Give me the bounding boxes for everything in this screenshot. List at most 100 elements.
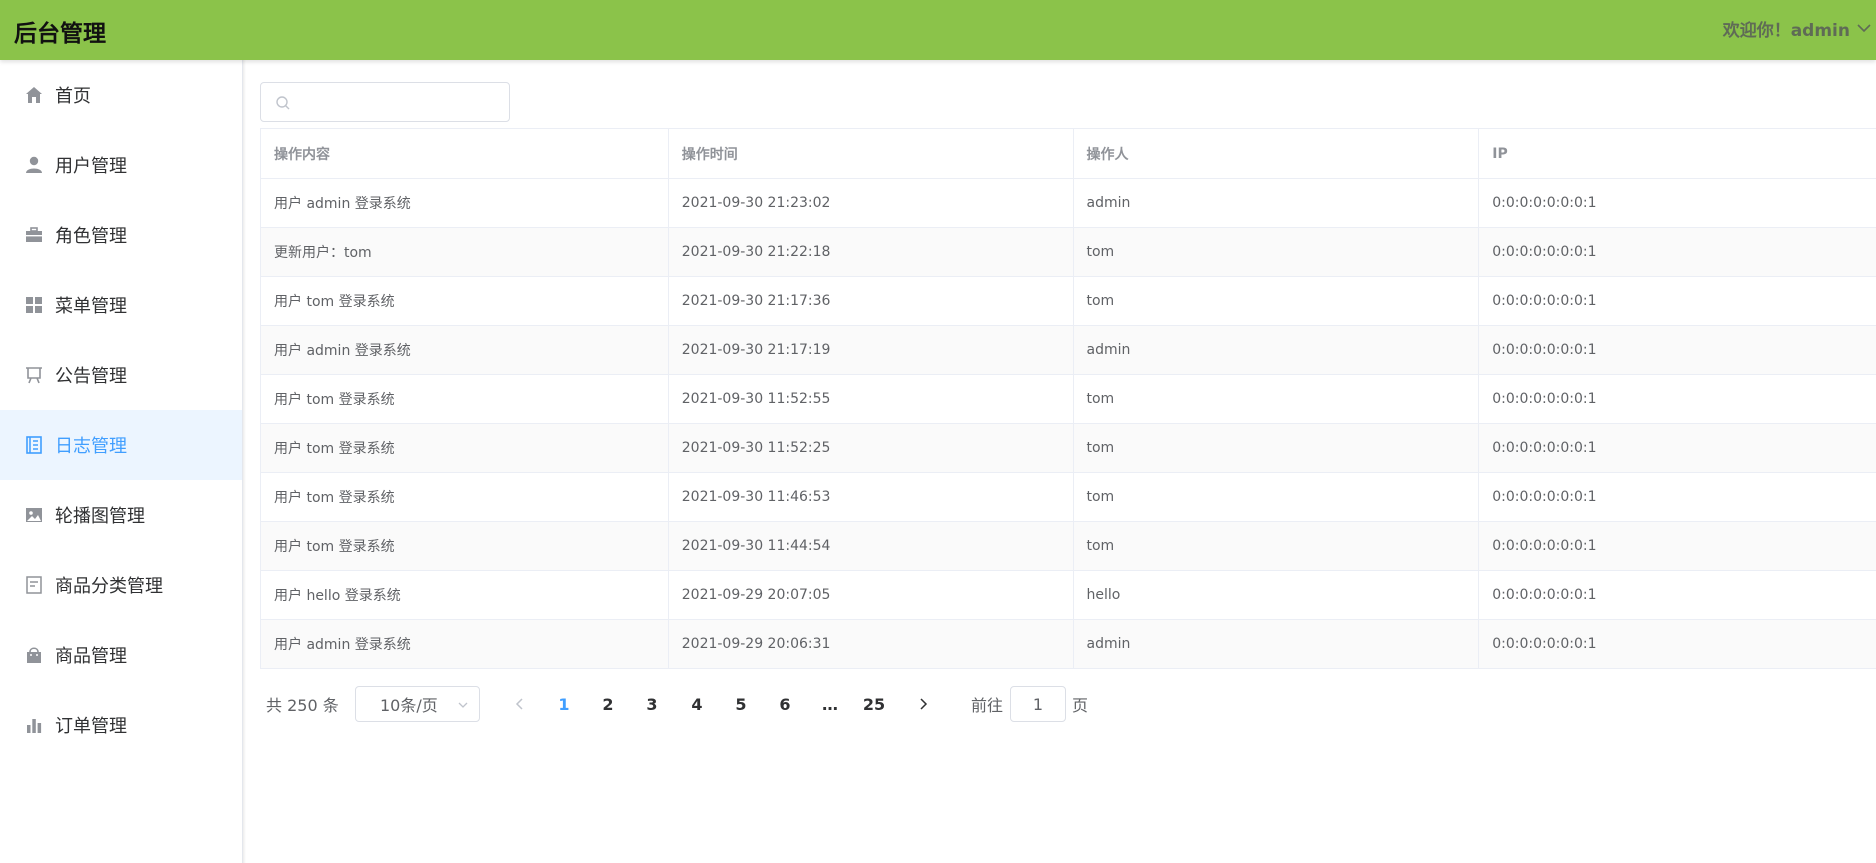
cell-operator: tom [1074,277,1480,325]
sidebar-item-menus[interactable]: 菜单管理 [0,270,242,340]
cell-time: 2021-09-29 20:06:31 [669,620,1074,668]
table-row: 用户 tom 登录系统 2021-09-30 11:52:55 tom 0:0:0:0… [261,375,1876,424]
cell-content: 用户 tom 登录系统 [261,522,669,570]
column-header-ip: IP [1492,145,1508,162]
user-menu[interactable]: 欢迎你！admin [1723,0,1876,56]
cell-operator: admin [1074,620,1480,668]
column-header-content: 操作内容 [261,129,669,178]
cell-content: 用户 tom 登录系统 [261,424,669,472]
cell-ip: 0:0:0:0:0:0:0:1 [1492,587,1597,603]
bar-chart-icon [24,715,44,735]
cell-operator: tom [1074,424,1480,472]
sidebar-item-logs[interactable]: 日志管理 [0,410,242,480]
prev-page-button[interactable] [506,686,534,722]
page-25-button[interactable]: 25 [856,686,892,722]
cell-time: 2021-09-30 11:46:53 [669,473,1074,521]
sidebar-item-label: 菜单管理 [55,296,127,317]
total-count: 共 250 条 [266,696,339,715]
tickets-icon [24,575,44,595]
table-row: 用户 tom 登录系统 2021-09-30 11:46:53 tom 0:0:0:0… [261,473,1876,522]
menu-grid-icon [24,295,44,315]
cell-ip: 0:0:0:0:0:0:0:1 [1492,391,1597,407]
sidebar-item-products[interactable]: 商品管理 [0,620,242,690]
page-4-button[interactable]: 4 [679,686,715,722]
goto-wrapper [1010,686,1066,722]
sidebar-item-home[interactable]: 首页 [0,60,242,130]
sidebar-item-notices[interactable]: 公告管理 [0,340,242,410]
home-icon [24,85,44,105]
cell-ip: 0:0:0:0:0:0:0:1 [1492,538,1597,554]
table-row: 用户 tom 登录系统 2021-09-30 21:17:36 tom 0:0:0:0… [261,277,1876,326]
search-icon [276,96,290,110]
chevron-right-icon [920,698,928,710]
sidebar-item-label: 商品分类管理 [55,576,163,597]
page-size-value: 10条/页 [380,696,438,715]
sidebar-item-categories[interactable]: 商品分类管理 [0,550,242,620]
chevron-down-icon [458,702,468,708]
cell-operator: tom [1074,522,1480,570]
next-page-button[interactable] [909,686,937,722]
cell-ip: 0:0:0:0:0:0:0:1 [1492,342,1597,358]
page-2-button[interactable]: 2 [590,686,626,722]
table-row: 用户 admin 登录系统 2021-09-29 20:06:31 admin 0:0… [261,620,1876,669]
cell-operator: tom [1074,228,1480,276]
cell-ip: 0:0:0:0:0:0:0:1 [1492,489,1597,505]
cell-operator: hello [1074,571,1480,619]
picture-icon [24,505,44,525]
table-body: 用户 admin 登录系统 2021-09-30 21:23:02 admin 0:0… [261,179,1876,669]
shopping-bag-icon [24,645,44,665]
cell-time: 2021-09-30 11:52:55 [669,375,1074,423]
search-input[interactable] [297,87,502,117]
chevron-left-icon [515,698,523,710]
sidebar-menu: 首页 用户管理 角色管理 菜单管理 公告管理 日志管理 轮播图管理 商品分类管理… [0,60,243,863]
sidebar-item-label: 用户管理 [55,156,127,177]
cell-ip: 0:0:0:0:0:0:0:1 [1492,195,1597,211]
table-row: 用户 tom 登录系统 2021-09-30 11:52:25 tom 0:0:0:0… [261,424,1876,473]
notice-board-icon [24,365,44,385]
more-pages-button[interactable]: … [812,686,848,722]
table-header-row: 操作内容 操作时间 操作人 IP [261,129,1876,179]
page-5-button[interactable]: 5 [723,686,759,722]
cell-content: 用户 hello 登录系统 [261,571,669,619]
page-suffix: 页 [1072,696,1089,715]
log-document-icon [24,435,44,455]
top-header: 后台管理 欢迎你！admin [0,0,1876,60]
sidebar-item-orders[interactable]: 订单管理 [0,690,242,760]
pagination: 共 250 条 10条/页 1 2 3 4 5 6 … 25 前往 页 [260,686,1876,722]
cell-time: 2021-09-30 11:52:25 [669,424,1074,472]
cell-operator: admin [1074,326,1480,374]
table-row: 用户 admin 登录系统 2021-09-30 21:23:02 admin 0:0… [261,179,1876,228]
app-title: 后台管理 [14,21,106,47]
cell-time: 2021-09-29 20:07:05 [669,571,1074,619]
page-3-button[interactable]: 3 [634,686,670,722]
sidebar-item-carousel[interactable]: 轮播图管理 [0,480,242,550]
user-icon [24,155,44,175]
sidebar-item-label: 公告管理 [55,366,127,387]
page-6-button[interactable]: 6 [767,686,803,722]
page-size-select[interactable]: 10条/页 [355,686,480,722]
column-header-time: 操作时间 [669,129,1074,178]
cell-content: 用户 admin 登录系统 [261,179,669,227]
sidebar-divider [243,60,246,863]
cell-time: 2021-09-30 21:23:02 [669,179,1074,227]
cell-operator: tom [1074,473,1480,521]
main-content: 操作内容 操作时间 操作人 IP 用户 admin 登录系统 2021-09-30… [260,60,1876,863]
sidebar-item-users[interactable]: 用户管理 [0,130,242,200]
sidebar-item-roles[interactable]: 角色管理 [0,200,242,270]
cell-content: 用户 tom 登录系统 [261,277,669,325]
table-row: 用户 hello 登录系统 2021-09-29 20:07:05 hello 0:0… [261,571,1876,620]
log-table: 操作内容 操作时间 操作人 IP 用户 admin 登录系统 2021-09-30… [260,128,1876,669]
cell-time: 2021-09-30 21:17:19 [669,326,1074,374]
sidebar-item-label: 轮播图管理 [55,506,145,527]
sidebar-item-label: 角色管理 [55,226,127,247]
column-header-operator: 操作人 [1074,129,1480,178]
cell-time: 2021-09-30 21:17:36 [669,277,1074,325]
briefcase-icon [24,225,44,245]
cell-content: 用户 admin 登录系统 [261,326,669,374]
cell-time: 2021-09-30 21:22:18 [669,228,1074,276]
page-1-button[interactable]: 1 [546,686,582,722]
goto-page-input[interactable] [1010,686,1066,722]
cell-ip: 0:0:0:0:0:0:0:1 [1492,636,1597,652]
chevron-down-icon [1857,24,1871,33]
table-row: 用户 tom 登录系统 2021-09-30 11:44:54 tom 0:0:0:0… [261,522,1876,571]
